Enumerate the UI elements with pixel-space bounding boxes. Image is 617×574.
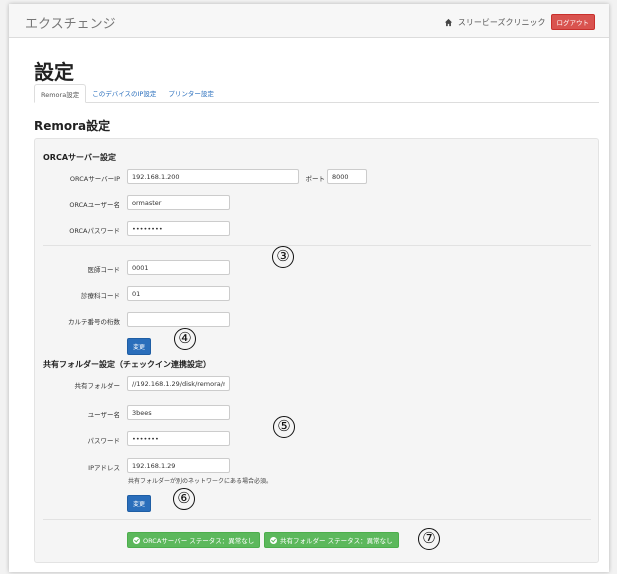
doctor-code-input[interactable]: [127, 260, 230, 275]
callout-6: ⑥: [173, 488, 195, 510]
page-title: 設定: [34, 60, 74, 84]
shared-password-input[interactable]: [127, 431, 230, 446]
navbar-right: スリービーズクリニック ログアウト: [444, 14, 595, 30]
tab-printer[interactable]: プリンター設定: [162, 84, 220, 103]
codes-save-button[interactable]: 変更: [127, 338, 152, 355]
shared-ip-label: IPアドレス: [88, 464, 120, 472]
settings-tabs: Remora設定 このデバイスのIP設定 プリンター設定: [34, 84, 599, 103]
orca-ip-input[interactable]: [127, 169, 299, 184]
orca-status-text: ORCAサーバー ステータス：異常なし: [143, 537, 255, 545]
section-title: Remora設定: [34, 119, 111, 133]
callout-5: ⑤: [273, 416, 295, 438]
shared-ip-help: 共有フォルダーが別のネットワークにある場合必須。: [128, 478, 273, 485]
settings-panel: ORCAサーバー設定 ORCAサーバーIP ポート ORCAユーザー名 ORCA…: [34, 138, 599, 563]
divider: [43, 519, 591, 520]
shared-user-input[interactable]: [127, 405, 230, 420]
check-circle-icon: [133, 536, 140, 544]
port-label: ポート: [305, 175, 326, 183]
orca-password-label: ORCAパスワード: [69, 227, 120, 235]
app-window: エクスチェンジ スリービーズクリニック ログアウト 設定 Remora設定 この…: [9, 4, 609, 572]
chart-digits-label: カルテ番号の桁数: [68, 318, 120, 326]
logout-button[interactable]: ログアウト: [550, 14, 595, 30]
callout-7: ⑦: [418, 528, 440, 550]
orca-user-label: ORCAユーザー名: [69, 201, 120, 209]
dept-code-label: 診療科コード: [81, 292, 120, 300]
tab-remora[interactable]: Remora設定: [34, 84, 87, 103]
shared-status-badge: 共有フォルダー ステータス：異常なし: [264, 532, 399, 548]
callout-3: ③: [272, 246, 294, 268]
orca-status-badge: ORCAサーバー ステータス：異常なし: [127, 532, 261, 548]
shared-folder-label: 共有フォルダー: [74, 382, 121, 390]
navbar: エクスチェンジ スリービーズクリニック ログアウト: [9, 4, 609, 38]
shared-password-label: パスワード: [87, 437, 121, 445]
orca-legend: ORCAサーバー設定: [43, 153, 116, 162]
dept-code-input[interactable]: [127, 286, 230, 301]
divider: [43, 245, 591, 246]
brand-title[interactable]: エクスチェンジ: [25, 13, 116, 32]
orca-user-input[interactable]: [127, 195, 230, 210]
chart-digits-input[interactable]: [127, 312, 230, 327]
shared-folder-input[interactable]: [127, 376, 230, 391]
shared-legend: 共有フォルダー設定（チェックイン連携設定）: [43, 360, 211, 369]
orca-ip-label: ORCAサーバーIP: [69, 175, 120, 183]
doctor-code-label: 医師コード: [87, 266, 121, 274]
port-input[interactable]: [327, 169, 367, 184]
callout-4: ④: [174, 328, 196, 350]
home-icon: [444, 18, 453, 27]
shared-ip-input[interactable]: [127, 458, 230, 473]
shared-user-label: ユーザー名: [87, 411, 120, 419]
tab-device-ip[interactable]: このデバイスのIP設定: [86, 84, 162, 103]
clinic-name: スリービーズクリニック: [457, 17, 546, 27]
orca-password-input[interactable]: [127, 221, 230, 236]
shared-save-button[interactable]: 変更: [127, 495, 152, 512]
check-circle-icon: [270, 536, 277, 544]
shared-status-text: 共有フォルダー ステータス：異常なし: [280, 537, 393, 545]
